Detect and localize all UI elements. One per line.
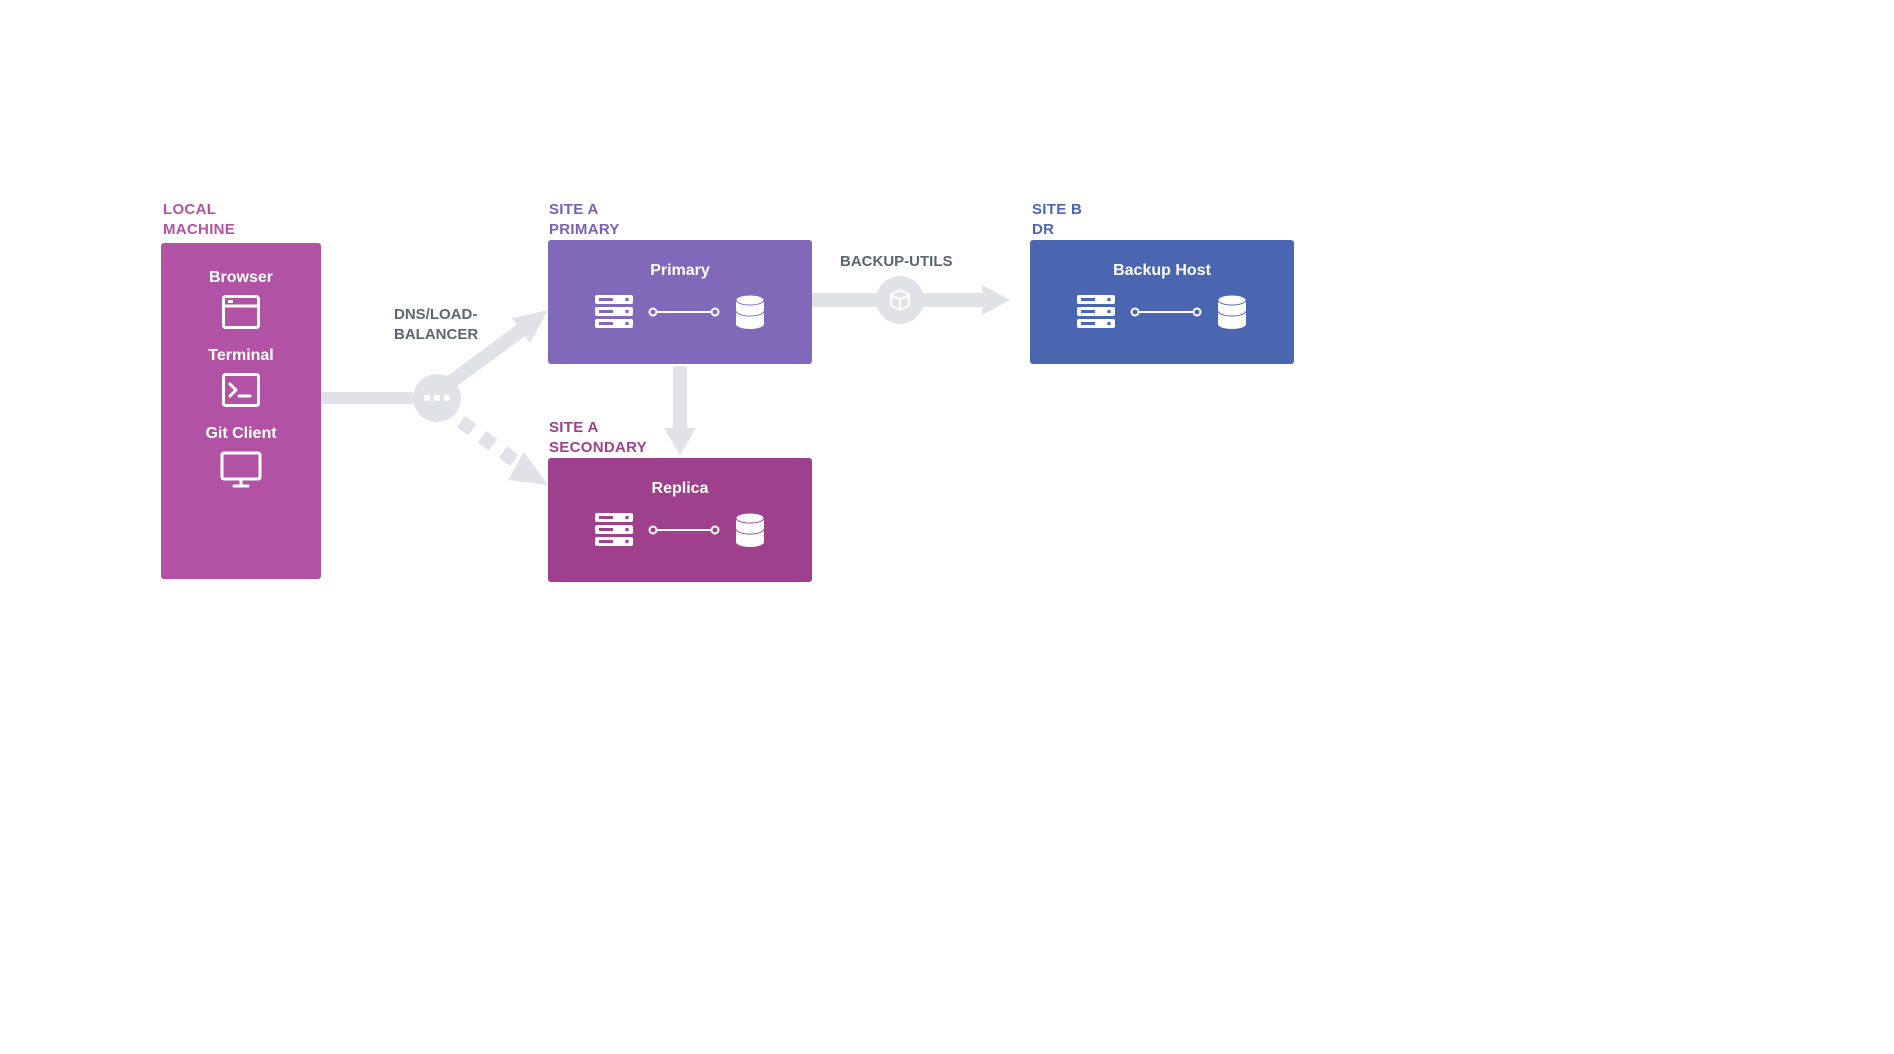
connector-label-backup-utils: BACKUP-UTILS [840,252,953,272]
monitor-icon [220,451,262,489]
browser-icon [222,295,260,329]
dns-load-balancer-node [413,374,461,422]
title-replica: Replica [548,480,812,498]
connector-label-dns: DNS/LOAD- BALANCER [394,305,478,344]
link-icon [1130,307,1202,317]
box-backup-host: Backup Host [1030,240,1294,364]
link-icon [648,307,720,317]
label-browser: Browser [209,269,273,287]
box-replica: Replica [548,458,812,582]
label-terminal: Terminal [208,347,274,365]
server-icon [594,294,634,330]
package-icon [887,287,913,313]
diagram-canvas: LOCAL MACHINE SITE A PRIMARY SITE A SECO… [0,0,1894,1054]
database-icon [734,512,766,548]
label-gitclient: Git Client [205,425,276,443]
link-icon [648,525,720,535]
title-backup: Backup Host [1030,262,1294,280]
label-site-a-secondary: SITE A SECONDARY [549,418,647,457]
local-item-gitclient: Git Client [161,425,321,489]
title-primary: Primary [548,262,812,280]
backup-utils-node [876,276,924,324]
label-site-a-primary: SITE A PRIMARY [549,200,620,239]
label-local-machine: LOCAL MACHINE [163,200,235,239]
ellipsis-icon [424,395,450,401]
server-db-primary [548,294,812,330]
server-icon [594,512,634,548]
database-icon [734,294,766,330]
local-item-terminal: Terminal [161,347,321,407]
server-db-backup [1030,294,1294,330]
label-site-b: SITE B DR [1032,200,1082,239]
terminal-icon [222,373,260,407]
server-db-replica [548,512,812,548]
database-icon [1216,294,1248,330]
server-icon [1076,294,1116,330]
box-local-machine: Browser Terminal Git Client [161,243,321,579]
local-item-browser: Browser [161,269,321,329]
box-primary: Primary [548,240,812,364]
